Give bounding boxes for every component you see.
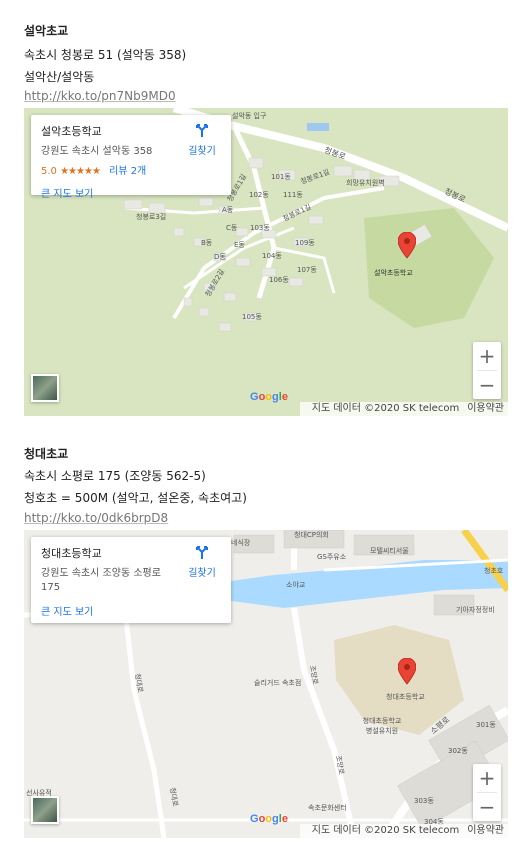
place-info-card: 청대초등학교 강원도 속초시 조양동 소평로 175 큰 지도 보기 길찾기	[31, 537, 231, 623]
map-label: 104동	[262, 252, 282, 260]
pin-label: 설악초등학교	[374, 269, 413, 277]
view-larger-map-link[interactable]: 큰 지도 보기	[41, 603, 221, 618]
school-title-1: 설악초교	[24, 24, 69, 38]
school-note-2: 청호초 = 500M (설악고, 설온중, 속초여고)	[24, 491, 247, 505]
place-rating: 5.0 ★★★★★ 리뷰 2개	[41, 162, 221, 177]
directions-label: 길찾기	[188, 146, 216, 157]
school-note-1: 설악산/설악동	[24, 70, 95, 84]
map-label: 101동	[271, 173, 291, 181]
map-label: GS주유소	[317, 553, 347, 561]
map-label: 속초문화센터	[308, 804, 347, 812]
map-label: 청대CP의회	[294, 531, 329, 539]
map-label: 301동	[476, 721, 496, 729]
map-label: 103동	[250, 224, 270, 232]
zoom-in-button[interactable]: +	[473, 764, 501, 792]
map-label: 303동	[414, 797, 434, 805]
map-short-link-2[interactable]: http://kko.to/0dk6brpD8	[24, 511, 168, 525]
google-logo: Google	[250, 391, 288, 403]
zoom-controls: + −	[473, 764, 501, 821]
directions-button[interactable]: 길찾기	[181, 123, 223, 157]
location-pin-icon[interactable]	[398, 232, 416, 260]
map-attribution: 지도 데이터 ©2020 SK telecom 이용약관	[299, 824, 508, 838]
map-embed-1[interactable]: 설악동 입구 청봉로 희망유치원벽 청봉로 101동 102동 111동 청봉로…	[24, 108, 508, 416]
zoom-in-button[interactable]: +	[473, 342, 501, 370]
view-larger-map-link[interactable]: 큰 지도 보기	[41, 185, 221, 200]
school-address-2: 속초시 소평로 175 (조양동 562-5)	[24, 469, 206, 483]
zoom-out-button[interactable]: −	[473, 371, 501, 399]
map-label: 청초호	[484, 567, 504, 575]
place-address: 강원도 속초시 설악동 358	[41, 146, 153, 157]
rating-value: 5.0	[41, 166, 57, 177]
satellite-toggle-thumbnail[interactable]	[31, 374, 59, 402]
map-label: 청대초등학교 병설유치원	[362, 717, 402, 735]
map-label: 청봉로3길	[136, 213, 167, 221]
star-rating-icon: ★★★★★	[60, 166, 101, 177]
map-label: C동	[226, 224, 238, 232]
map-data-credit: 지도 데이터 ©2020 SK telecom	[311, 403, 460, 414]
map-label: B동	[201, 239, 213, 247]
terms-link[interactable]: 이용약관	[467, 825, 504, 836]
google-logo: Google	[250, 813, 288, 825]
map-label: 102동	[249, 191, 269, 199]
map-label: D동	[214, 253, 226, 261]
zoom-controls: + −	[473, 342, 501, 399]
map-label: 302동	[448, 747, 468, 755]
map-short-link-1[interactable]: http://kko.to/pn7Nb9MD0	[24, 89, 176, 103]
place-address: 강원도 속초시 조양동 소평로 175	[41, 568, 161, 593]
map-label: 희망유치원벽	[346, 179, 385, 187]
map-label: 모텔씨티서울	[370, 547, 409, 555]
directions-icon	[196, 546, 208, 559]
school-address-1: 속초시 청봉로 51 (설악동 358)	[24, 48, 187, 62]
place-info-card: 설악초등학교 강원도 속초시 설악동 358 5.0 ★★★★★ 리뷰 2개 큰…	[31, 115, 231, 200]
satellite-toggle-thumbnail[interactable]	[31, 796, 59, 824]
map-label: 109동	[295, 239, 315, 247]
directions-button[interactable]: 길찾기	[181, 545, 223, 579]
reviews-link[interactable]: 리뷰 2개	[109, 166, 146, 177]
map-label: 107동	[297, 266, 317, 274]
map-label: 111동	[283, 191, 303, 199]
map-label: 105동	[242, 313, 262, 321]
map-data-credit: 지도 데이터 ©2020 SK telecom	[311, 825, 460, 836]
location-pin-icon[interactable]	[398, 658, 416, 686]
map-label: E동	[234, 241, 245, 249]
map-label: 네식장	[231, 539, 251, 547]
map-label: 기아자정정비	[456, 606, 495, 614]
map-label: 설악동 입구	[232, 112, 267, 120]
map-label: 소야교	[286, 581, 306, 589]
map-embed-2[interactable]: 청대CP의회 네식장 GS주유소 모텔씨티서울 소야교 청초호 기아자정정비 슬…	[24, 530, 508, 838]
school-title-2: 청대초교	[24, 447, 69, 461]
directions-label: 길찾기	[188, 568, 216, 579]
directions-icon	[196, 124, 208, 137]
zoom-out-button[interactable]: −	[473, 793, 501, 821]
terms-link[interactable]: 이용약관	[467, 403, 504, 414]
map-label: 청대초등학교	[386, 693, 425, 701]
map-label: A동	[222, 206, 234, 214]
map-label: 106동	[269, 276, 289, 284]
map-attribution: 지도 데이터 ©2020 SK telecom 이용약관	[299, 402, 508, 416]
map-label: 슬리거드 속초점	[254, 679, 302, 687]
